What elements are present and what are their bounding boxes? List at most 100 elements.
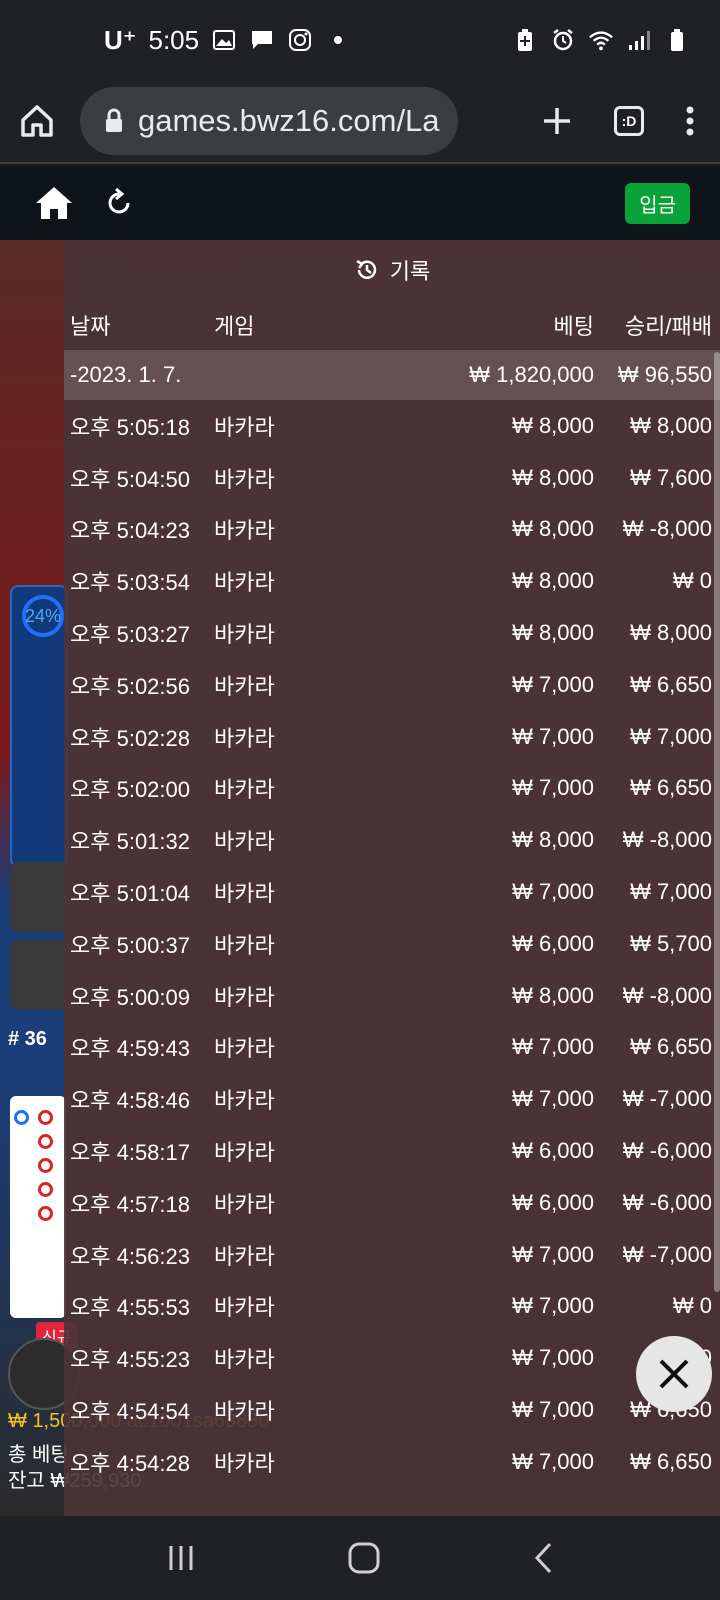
row-bet: ₩ 7,000 (512, 1397, 594, 1423)
row-game: 바카라 (214, 518, 275, 544)
history-row: 오후 4:57:18 바카라 ₩ 6,000 ₩ -6,000 (64, 1177, 720, 1229)
alarm-icon (550, 27, 576, 53)
url-text: games.bwz16.com/La (138, 103, 440, 138)
history-row: 오후 5:00:37 바카라 ₩ 6,000 ₩ 5,700 (64, 918, 720, 970)
row-bet: ₩ 6,000 (512, 1189, 594, 1215)
history-row: 오후 4:55:23바카라₩ 7,000₩ 0 (64, 1332, 720, 1384)
date-group-result-total: ₩ 96,550 (617, 362, 712, 387)
history-row: 오후 4:54:28 바카라 ₩ 7,000 ₩ 6,650 (64, 1436, 720, 1488)
new-tab-icon[interactable] (542, 106, 572, 136)
row-bet: ₩ 7,000 (512, 1345, 594, 1371)
row-game: 바카라 (214, 1036, 275, 1062)
row-bet: ₩ 7,000 (512, 1034, 594, 1060)
row-game: 바카라 (214, 414, 275, 440)
road-dot (38, 1134, 53, 1149)
row-time: 오후 5:01:04 (70, 881, 190, 907)
road-dot (38, 1158, 53, 1173)
column-bet: 베팅 (553, 314, 594, 339)
row-result: ₩ 8,000 (630, 412, 712, 438)
history-row: 오후 5:01:04 바카라 ₩ 7,000 ₩ 7,000 (64, 866, 720, 918)
row-time: 오후 5:03:27 (70, 622, 190, 648)
history-row: 오후 5:03:27 바카라 ₩ 8,000 ₩ 8,000 (64, 607, 720, 659)
row-game: 바카라 (214, 673, 275, 699)
progress-percent: 24% (22, 595, 64, 637)
home-button-icon[interactable] (347, 1541, 381, 1575)
row-time: 오후 5:04:50 (70, 466, 190, 492)
history-scrollbar[interactable] (714, 352, 720, 1292)
home-icon[interactable] (34, 185, 74, 221)
row-time: 오후 5:00:37 (70, 932, 190, 958)
instagram-icon (287, 27, 313, 53)
signal-icon (626, 27, 652, 53)
row-bet: ₩ 7,000 (512, 1086, 594, 1112)
recent-apps-icon[interactable] (166, 1543, 196, 1573)
row-game: 바카라 (214, 622, 275, 648)
close-icon (658, 1358, 690, 1390)
history-row: 오후 5:02:28 바카라 ₩ 7,000 ₩ 7,000 (64, 711, 720, 763)
refresh-icon[interactable] (104, 188, 134, 218)
row-time: 오후 5:04:23 (70, 518, 190, 544)
row-time: 오후 4:55:53 (70, 1295, 190, 1321)
player-pair-button[interactable] (10, 940, 70, 1010)
total-bet-label: 총 베팅 (8, 1444, 69, 1466)
history-row: 오후 5:02:56 바카라 ₩ 7,000 ₩ 6,650 (64, 659, 720, 711)
history-row: 오후 5:02:00 바카라 ₩ 7,000 ₩ 6,650 (64, 763, 720, 815)
clock: 5:05 (148, 24, 200, 55)
row-game: 바카라 (214, 466, 275, 492)
row-bet: ₩ 8,000 (512, 620, 594, 646)
game-header: 입금 (0, 166, 720, 240)
row-time: 오후 4:56:23 (70, 1243, 190, 1269)
row-game: 바카라 (214, 570, 275, 596)
row-game: 바카라 (214, 881, 275, 907)
row-result: ₩ 7,600 (630, 464, 712, 490)
row-bet: ₩ 7,000 (512, 879, 594, 905)
more-menu-icon[interactable] (686, 106, 694, 136)
player-button[interactable] (10, 862, 70, 932)
close-history-button[interactable] (636, 1336, 712, 1412)
row-bet: ₩ 7,000 (512, 1448, 594, 1474)
row-result: ₩ -6,000 (622, 1189, 712, 1215)
history-icon (354, 257, 380, 283)
row-game: 바카라 (214, 1140, 275, 1166)
history-row: 오후 4:58:17 바카라 ₩ 6,000 ₩ -6,000 (64, 1125, 720, 1177)
row-time: 오후 4:59:43 (70, 1036, 190, 1062)
address-bar[interactable]: games.bwz16.com/La (80, 87, 458, 155)
row-result: ₩ 6,650 (630, 671, 712, 697)
battery-icon (664, 27, 690, 53)
row-bet: ₩ 8,000 (512, 464, 594, 490)
tab-switcher-button[interactable]: :D (614, 106, 644, 136)
history-row: 오후 5:05:18 바카라 ₩ 8,000 ₩ 8,000 (64, 400, 720, 452)
history-row: 오후 4:55:53 바카라 ₩ 7,000 ₩ 0 (64, 1281, 720, 1333)
history-rows: 오후 5:05:18 바카라 ₩ 8,000 ₩ 8,000 오후 5:04:50 바카라… (64, 400, 720, 1488)
row-bet: ₩ 7,000 (512, 1241, 594, 1267)
history-row: 오후 5:01:32 바카라 ₩ 8,000 ₩ -8,000 (64, 814, 720, 866)
history-row: 오후 4:54:54바카라₩ 7,000₩ 6,650 (64, 1384, 720, 1436)
notification-dot-icon (325, 27, 351, 53)
row-bet: ₩ 8,000 (512, 568, 594, 594)
row-bet: ₩ 8,000 (512, 827, 594, 853)
date-group-row[interactable]: -2023. 1. 7. ₩ 1,820,000 ₩ 96,550 (64, 350, 720, 400)
row-time: 오후 4:54:54 (70, 1399, 190, 1425)
history-title-bar: 기록 (64, 240, 720, 300)
row-game: 바카라 (214, 829, 275, 855)
row-result: ₩ -8,000 (622, 827, 712, 853)
round-label: # 36 (8, 1028, 47, 1050)
row-time: 오후 4:58:46 (70, 1088, 190, 1114)
deposit-button[interactable]: 입금 (625, 182, 690, 224)
row-result: ₩ -7,000 (622, 1241, 712, 1267)
row-time: 오후 5:01:32 (70, 829, 190, 855)
back-icon[interactable] (532, 1541, 554, 1575)
row-game: 바카라 (214, 1347, 275, 1373)
row-game: 바카라 (214, 1088, 275, 1114)
status-bar: U⁺ 5:05 (0, 0, 720, 80)
browser-home-icon[interactable] (18, 102, 56, 140)
row-game: 바카라 (214, 1243, 275, 1269)
row-game: 바카라 (214, 1191, 275, 1217)
row-result: ₩ 6,650 (630, 775, 712, 801)
history-column-headers: 날짜 게임 베팅 승리/패배 (64, 300, 720, 350)
row-game: 바카라 (214, 932, 275, 958)
row-bet: ₩ 6,000 (512, 1138, 594, 1164)
row-game: 바카라 (214, 984, 275, 1010)
column-game: 게임 (214, 314, 255, 339)
wifi-icon (588, 27, 614, 53)
